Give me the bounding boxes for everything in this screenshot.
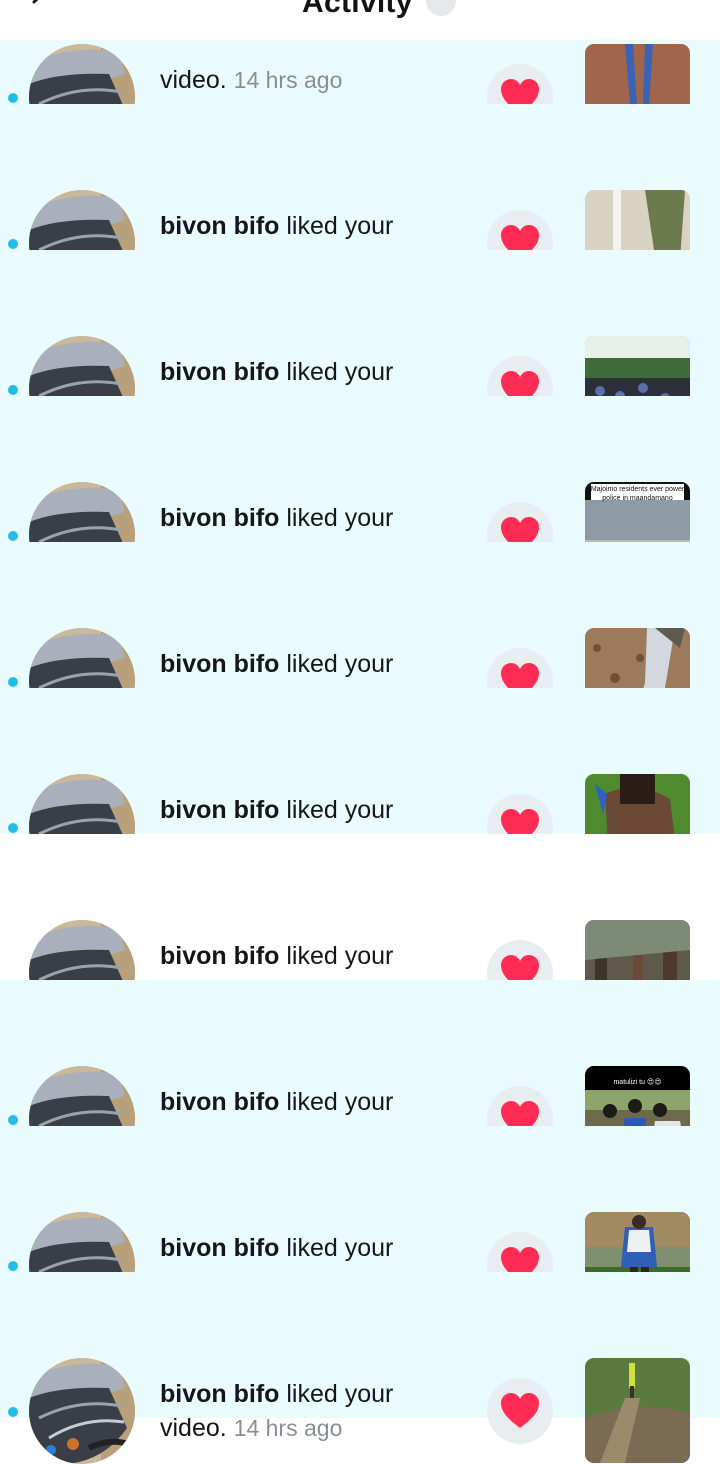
- notification-content: bivon bifo liked yourvideo. 14 hrs ago M…: [0, 396, 720, 588]
- username[interactable]: bivon bifo: [160, 650, 279, 678]
- action-text: liked your: [279, 504, 394, 532]
- notification-row[interactable]: bivon bifo liked yourvideo. 14 hrs ago: [0, 250, 720, 442]
- username[interactable]: bivon bifo: [160, 1380, 279, 1408]
- timestamp: 14 hrs ago: [233, 67, 343, 93]
- like-button[interactable]: [487, 64, 553, 104]
- notification-row[interactable]: bivon bifo liked yourvideo. 14 hrs ago: [0, 1126, 720, 1318]
- action-text: liked your: [279, 212, 394, 240]
- heart-icon: [501, 1393, 539, 1428]
- notification-content: bivon bifo liked yourvideo. 14 hrs ago: [0, 542, 720, 734]
- action-text: liked your: [279, 942, 394, 970]
- unread-dot: [8, 823, 18, 833]
- unread-dot: [8, 531, 18, 541]
- action-text: liked your: [279, 1380, 394, 1408]
- username[interactable]: bivon bifo: [160, 796, 279, 824]
- unread-dot: [8, 677, 18, 687]
- action-text: liked your: [279, 358, 394, 386]
- like-button[interactable]: [487, 1378, 553, 1444]
- video-thumbnail[interactable]: [585, 44, 690, 104]
- username[interactable]: bivon bifo: [160, 1088, 279, 1116]
- notification-row[interactable]: bivon bifo liked your video. 14 hrs ago: [0, 1272, 720, 1464]
- thumbnail-caption-top: matulizi tu 😍😍: [613, 1079, 662, 1086]
- unread-dot: [8, 1115, 18, 1125]
- action-text: liked your: [279, 796, 394, 824]
- notification-content: bivon bifo liked your video. 14 hrs ago: [0, 1272, 720, 1464]
- action-text: liked your: [279, 1088, 394, 1116]
- notification-text: video. 14 hrs ago: [160, 63, 470, 97]
- avatar[interactable]: [29, 44, 135, 104]
- notification-content: bivon bifo liked yourvideo. 14 hrs ago: [0, 1126, 720, 1318]
- unread-dot: [8, 1261, 18, 1271]
- notification-content: bivon bifo liked yourvideo. 14 hrs ago: [0, 834, 720, 1026]
- username[interactable]: bivon bifo: [160, 212, 279, 240]
- chevron-down-icon[interactable]: [426, 0, 456, 16]
- object-text: video.: [160, 1414, 227, 1442]
- notification-text: bivon bifo liked your video. 14 hrs ago: [160, 1377, 470, 1445]
- username[interactable]: bivon bifo: [160, 942, 279, 970]
- unread-dot: [8, 93, 18, 103]
- unread-dot: [8, 239, 18, 249]
- notification-content: bivon bifo liked yourvideo. 14 hrs ago: [0, 250, 720, 442]
- timestamp: 14 hrs ago: [233, 1415, 343, 1441]
- notification-row[interactable]: bivon bifo liked yourvideo. 14 hrs ago: [0, 688, 720, 880]
- back-chevron-icon[interactable]: [26, 0, 54, 16]
- notification-content: bivon bifo liked yourvideo. 14 hrs ago m…: [0, 980, 720, 1172]
- video-thumbnail[interactable]: [585, 1358, 690, 1463]
- username[interactable]: bivon bifo: [160, 1234, 279, 1262]
- unread-dot: [8, 1407, 18, 1417]
- notification-row[interactable]: bivon bifo liked yourvideo. 14 hrs ago M…: [0, 396, 720, 588]
- notification-row[interactable]: bivon bifo liked yourvideo. 14 hrs ago: [0, 542, 720, 734]
- object-text: video.: [160, 66, 227, 94]
- avatar[interactable]: [29, 1358, 135, 1464]
- heart-icon: [501, 79, 539, 104]
- unread-dot: [8, 385, 18, 395]
- top-bar: Activity: [0, 0, 720, 40]
- username[interactable]: bivon bifo: [160, 504, 279, 532]
- page-title: Activity: [302, 0, 413, 19]
- notification-row[interactable]: bivon bifo liked yourvideo. 14 hrs ago: [0, 834, 720, 1026]
- thumbnail-caption-top: Majoimo residents ever power police in m…: [590, 486, 685, 502]
- notification-content: video. 14 hrs ago: [0, 40, 720, 104]
- notification-row[interactable]: bivon bifo liked yourvideo. 14 hrs ago: [0, 104, 720, 296]
- action-text: liked your: [279, 1234, 394, 1262]
- notification-row[interactable]: video. 14 hrs ago: [0, 40, 720, 104]
- action-text: liked your: [279, 650, 394, 678]
- notification-content: bivon bifo liked yourvideo. 14 hrs ago: [0, 688, 720, 880]
- notification-content: bivon bifo liked yourvideo. 14 hrs ago: [0, 104, 720, 296]
- username[interactable]: bivon bifo: [160, 358, 279, 386]
- activity-list: video. 14 hrs ago bivon bifo liked yourv…: [0, 40, 720, 1464]
- notification-row[interactable]: bivon bifo liked yourvideo. 14 hrs ago m…: [0, 980, 720, 1172]
